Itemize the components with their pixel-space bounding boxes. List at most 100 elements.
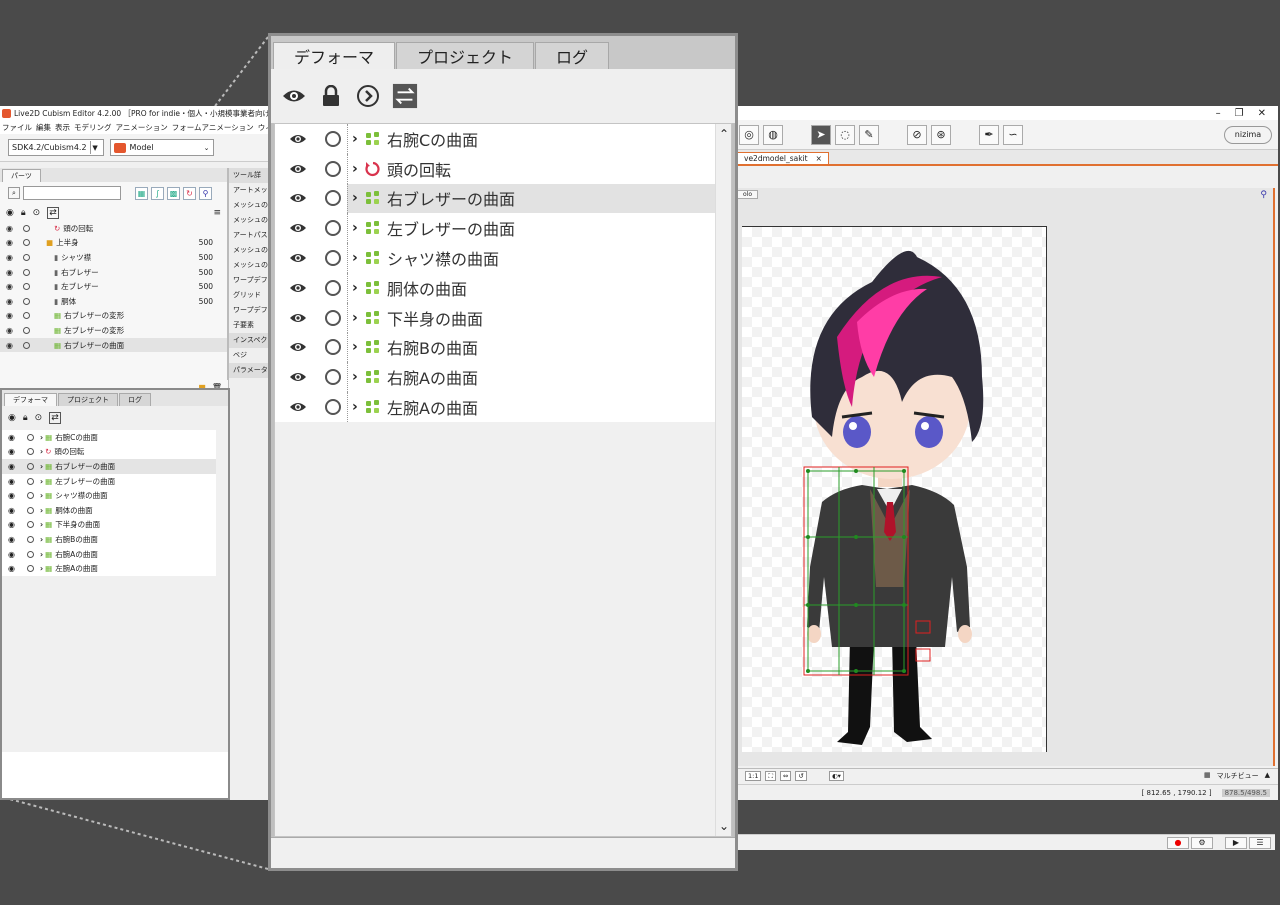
rotate-tool-icon[interactable]: ◎: [739, 124, 759, 145]
chevron-right-icon[interactable]: ›: [352, 161, 364, 177]
chevron-right-icon[interactable]: ›: [40, 491, 43, 500]
deformer-row-body[interactable]: › 右腕Bの曲面: [347, 332, 715, 363]
zoom-1to1-button[interactable]: 1:1: [745, 770, 762, 781]
deformer-row[interactable]: › 左腕Aの曲面: [275, 392, 715, 422]
menu-animation[interactable]: アニメーション: [116, 122, 168, 133]
settings-gear-icon[interactable]: ⚙: [1191, 836, 1213, 849]
eye-icon[interactable]: [281, 83, 307, 109]
chevron-right-icon[interactable]: ›: [40, 506, 43, 515]
parts-row[interactable]: ◉ ▦ 右ブレザーの曲面: [0, 337, 227, 353]
chevron-right-icon[interactable]: ›: [40, 433, 43, 442]
parts-search-input[interactable]: [23, 186, 121, 200]
deformer-row[interactable]: › 下半身の曲面: [275, 302, 715, 333]
menu-window[interactable]: ウィンドウ: [258, 122, 268, 133]
record-icon[interactable]: ●: [1167, 836, 1189, 849]
eye-icon[interactable]: [289, 133, 307, 145]
select-circle[interactable]: [23, 268, 30, 276]
deformer-scrollbar[interactable]: ⌃ ⌄: [715, 124, 731, 836]
eye-icon[interactable]: [289, 222, 307, 234]
lock-icon[interactable]: [318, 83, 344, 109]
tab-project-small[interactable]: プロジェクト: [58, 393, 118, 406]
pen-tool-icon[interactable]: ✒: [979, 124, 999, 145]
chevron-right-icon[interactable]: ›: [40, 447, 43, 456]
select-circle[interactable]: [23, 253, 30, 261]
eye-icon[interactable]: ◉: [6, 253, 15, 262]
close-icon[interactable]: ✕: [1258, 108, 1266, 119]
select-circle[interactable]: [325, 220, 341, 237]
select-circle[interactable]: [325, 279, 341, 296]
deformer-small-row[interactable]: ◉ › ▦ 右腕Aの曲面: [2, 546, 216, 562]
select-circle[interactable]: [27, 550, 34, 558]
rotate-tool-2-icon[interactable]: ◍: [763, 124, 783, 145]
tab-log[interactable]: ログ: [535, 42, 610, 69]
chevron-right-icon[interactable]: ›: [352, 131, 364, 147]
lock-icon[interactable]: 🔒︎: [23, 413, 28, 423]
parts-row[interactable]: ◉ ▮ 右ブレザー 500: [0, 265, 227, 280]
parts-row[interactable]: ◉ ↻ 頭の回転: [0, 221, 227, 236]
search-icon[interactable]: ⌕: [8, 187, 20, 199]
parts-row[interactable]: ◉ ▮ シャツ襟 500: [0, 250, 227, 265]
deformer-small-row[interactable]: ◉ › ▦ シャツ襟の曲面: [2, 488, 216, 503]
deformer-row[interactable]: › 右腕Bの曲面: [275, 332, 715, 363]
chevron-right-icon[interactable]: ›: [352, 339, 364, 355]
eye-icon[interactable]: [289, 252, 307, 264]
eye-icon[interactable]: ◉: [6, 224, 15, 233]
tab-project[interactable]: プロジェクト: [396, 42, 535, 69]
eye-icon[interactable]: ◉: [6, 297, 15, 306]
select-circle[interactable]: [325, 160, 341, 177]
deformer-row-body[interactable]: › 下半身の曲面: [347, 302, 715, 333]
eye-icon[interactable]: ◉: [6, 238, 15, 247]
eye-icon[interactable]: ◉: [6, 268, 15, 277]
menu-edit[interactable]: 編集: [36, 122, 51, 133]
canvas-view[interactable]: olo ⚲ ● ⚙ ▶ ☰: [737, 188, 1275, 850]
eye-icon[interactable]: [289, 192, 307, 204]
select-circle[interactable]: [23, 239, 30, 247]
select-circle[interactable]: [27, 448, 34, 456]
eye-icon[interactable]: ◉: [8, 447, 17, 456]
select-circle[interactable]: [23, 224, 30, 232]
nizima-button[interactable]: nizima: [1224, 125, 1272, 144]
select-circle[interactable]: [27, 492, 34, 500]
arrow-select-icon[interactable]: ➤: [811, 124, 831, 145]
deformer-row[interactable]: › 頭の回転: [275, 153, 715, 184]
select-circle[interactable]: [27, 535, 34, 543]
warp-filter-icon[interactable]: ▩: [167, 186, 180, 200]
parts-row[interactable]: ◉ ■ 上半身 500: [0, 236, 227, 251]
deformer-small-row[interactable]: ◉ › ▦ 胴体の曲面: [2, 502, 216, 518]
deformer-small-row[interactable]: ◉ › ▦ 右腕Cの曲面: [2, 430, 216, 445]
art-path-filter-icon[interactable]: ∫: [151, 186, 164, 200]
eye-icon[interactable]: ◉: [6, 282, 15, 291]
menu-modeling[interactable]: モデリング: [74, 122, 112, 133]
chevron-right-icon[interactable]: ›: [40, 462, 43, 471]
select-circle[interactable]: [27, 521, 34, 529]
reset-rotation-icon[interactable]: ↺: [795, 770, 807, 781]
view-mode-toggle[interactable]: ◐▾: [828, 770, 844, 781]
select-circle[interactable]: [325, 190, 341, 207]
deformer-small-row[interactable]: ◉ › ▦ 右腕Bの曲面: [2, 532, 216, 547]
eye-icon[interactable]: [289, 312, 307, 324]
glue-tool-icon[interactable]: ⊘: [907, 124, 927, 145]
swap-icon[interactable]: ⇄: [47, 206, 59, 219]
tab-deformer-small[interactable]: デフォーマ: [4, 393, 57, 406]
minimize-icon[interactable]: –: [1216, 108, 1221, 119]
tab-log-small[interactable]: ログ: [119, 393, 151, 406]
deformer-row-body[interactable]: › シャツ襟の曲面: [347, 243, 715, 273]
eye-icon[interactable]: ◉: [8, 433, 17, 442]
chevron-right-icon[interactable]: ›: [40, 564, 43, 573]
deformer-row-body[interactable]: › 右腕Cの曲面: [347, 124, 715, 154]
path-tool-icon[interactable]: ∽: [1003, 124, 1023, 145]
eye-icon[interactable]: ◉: [8, 491, 17, 500]
deformer-row-body[interactable]: › 右ブレザーの曲面: [347, 183, 715, 214]
list-icon[interactable]: ☰: [1249, 836, 1271, 849]
select-circle[interactable]: [325, 130, 341, 147]
flip-horizontal-icon[interactable]: ⇔: [780, 770, 792, 781]
deformer-row[interactable]: › 右腕Cの曲面: [275, 124, 715, 154]
deformer-small-row[interactable]: ◉ › ▦ 右ブレザーの曲面: [2, 459, 216, 474]
select-circle[interactable]: [325, 250, 341, 267]
model-canvas[interactable]: [742, 226, 1047, 752]
select-circle[interactable]: [325, 399, 341, 416]
expand-all-icon[interactable]: [355, 83, 381, 109]
eye-icon[interactable]: ◉: [8, 477, 17, 486]
deformer-small-row[interactable]: ◉ › ▦ 下半身の曲面: [2, 517, 216, 533]
deformer-small-row[interactable]: ◉ › ↻ 頭の回転: [2, 444, 216, 460]
